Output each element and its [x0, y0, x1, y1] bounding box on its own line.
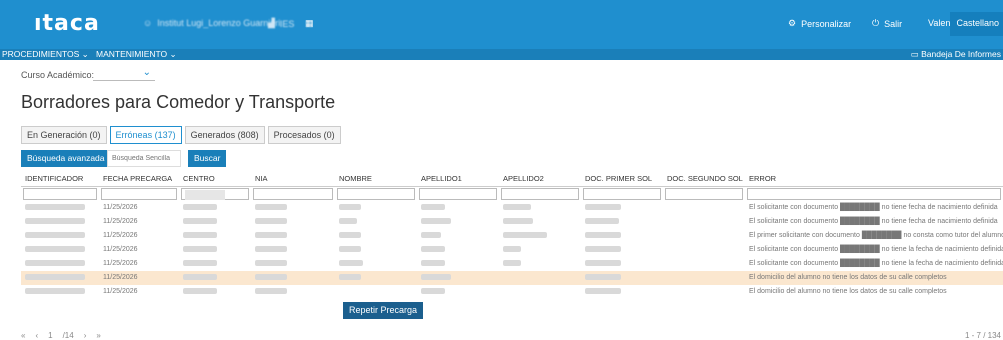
column-header[interactable]: IDENTIFICADOR: [21, 172, 99, 187]
page-number[interactable]: 1: [48, 331, 52, 340]
advanced-search-button[interactable]: Búsqueda avanzada: [21, 150, 111, 167]
curso-label: Curso Académico:: [21, 70, 95, 80]
filter-input[interactable]: [501, 187, 579, 200]
page-total: /14: [62, 331, 74, 340]
tray-icon: ▭: [910, 49, 922, 59]
filter-input[interactable]: [337, 187, 415, 200]
fecha-cell: 11/25/2026: [103, 260, 138, 267]
chevron-down-icon: ⌄: [142, 67, 151, 78]
filter-input[interactable]: [253, 187, 333, 200]
page-title: Borradores para Comedor y Transporte: [21, 92, 336, 112]
results-table: IDENTIFICADOR FECHA PRECARGA CENTRO NIA …: [21, 172, 1003, 299]
search-input[interactable]: [107, 150, 181, 167]
mantenimiento-label: MANTENIMIENTO: [96, 49, 168, 59]
record-count: 1 - 7 / 134: [964, 331, 1001, 340]
fecha-cell: 11/25/2026: [103, 232, 138, 239]
column-header[interactable]: NIA: [251, 172, 335, 187]
column-header[interactable]: FECHA PRECARGA: [99, 172, 179, 187]
nav-bar: PROCEDIMIENTOS ⌄ MANTENIMIENTO ⌄ ▭ Bande…: [0, 49, 1003, 60]
column-header[interactable]: DOC. SEGUNDO SOL: [663, 172, 745, 187]
itaca-logo: ıtaca: [34, 11, 100, 36]
table-header: IDENTIFICADOR FECHA PRECARGA CENTRO NIA …: [21, 172, 1003, 187]
column-header[interactable]: NOMBRE: [335, 172, 417, 187]
table-row[interactable]: 11/25/2026 El solicitante con documento …: [21, 243, 1003, 257]
column-header[interactable]: APELLIDO1: [417, 172, 499, 187]
tab-procesados[interactable]: Procesados (0): [267, 126, 341, 144]
filter-input[interactable]: [23, 187, 97, 200]
table-row[interactable]: 11/25/2026 El primer solicitante con doc…: [21, 229, 1003, 243]
filter-input[interactable]: [665, 187, 743, 200]
fecha-cell: 11/25/2026: [103, 204, 138, 211]
buscar-button[interactable]: Buscar: [188, 150, 227, 167]
tab-en-generacion[interactable]: En Generación (0): [21, 126, 107, 144]
table-row[interactable]: 11/25/2026 El domicilio del alumno no ti…: [21, 285, 1003, 299]
lang-castellano[interactable]: Castellano: [950, 12, 1003, 36]
table-row-selected[interactable]: 11/25/2026 El domicilio del alumno no ti…: [21, 270, 1003, 285]
chevron-down-icon: ⌄: [167, 49, 177, 59]
bandeja-informes[interactable]: ▭ Bandeja De Informes: [911, 49, 1001, 60]
personalizar-label: Personalizar: [801, 18, 852, 29]
last-page-icon[interactable]: »: [96, 331, 100, 340]
error-cell: El solicitante con documento ████████ no…: [749, 204, 998, 211]
chevron-down-icon: ⌄: [79, 49, 89, 59]
center-info[interactable]: ▟ IES: [268, 18, 294, 29]
top-bar: ıtaca ☺ Institut Lugi_Lorenzo Guarnieri …: [0, 0, 1003, 49]
procedimientos-label: PROCEDIMIENTOS: [2, 49, 80, 59]
table-row[interactable]: 11/25/2026 El solicitante con documento …: [21, 257, 1003, 271]
salir-label: Salir: [884, 18, 903, 29]
user-label: Institut Lugi_Lorenzo Guarnieri: [157, 18, 281, 28]
menu-procedimientos[interactable]: PROCEDIMIENTOS ⌄: [2, 49, 89, 60]
pagination: « ‹ 1 /14 › »: [21, 331, 101, 340]
table-row[interactable]: 11/25/2026 El solicitante con documento …: [21, 201, 1003, 215]
power-icon: ⏻: [872, 18, 880, 28]
first-page-icon[interactable]: «: [21, 331, 25, 340]
filter-input[interactable]: [747, 187, 1001, 200]
error-cell: El domicilio del alumno no tiene los dat…: [745, 270, 1003, 285]
next-page-icon[interactable]: ›: [84, 331, 87, 340]
filter-input[interactable]: [419, 187, 497, 200]
gear-icon: ⚙: [788, 18, 797, 28]
curso-select[interactable]: ⌄: [93, 66, 155, 81]
user-info[interactable]: ☺ Institut Lugi_Lorenzo Guarnieri: [143, 18, 280, 28]
filter-input[interactable]: [583, 187, 661, 200]
building-icon: ▟: [268, 18, 275, 28]
column-header[interactable]: APELLIDO2: [499, 172, 581, 187]
table-row[interactable]: 11/25/2026 El solicitante con documento …: [21, 215, 1003, 229]
bandeja-label: Bandeja De Informes: [921, 49, 1001, 59]
filter-input[interactable]: [101, 187, 177, 200]
column-header[interactable]: ERROR: [745, 172, 1003, 187]
fecha-cell: 11/25/2026: [103, 246, 138, 253]
tab-generados[interactable]: Generados (808): [184, 126, 265, 144]
prev-page-icon[interactable]: ‹: [35, 331, 38, 340]
filter-row: [21, 186, 1003, 201]
fecha-cell: 11/25/2026: [103, 218, 138, 225]
fecha-cell: 11/25/2026: [103, 288, 138, 295]
error-cell: El domicilio del alumno no tiene los dat…: [749, 288, 947, 295]
error-cell: El solicitante con documento ████████ no…: [749, 218, 998, 225]
column-header[interactable]: CENTRO: [179, 172, 251, 187]
center-label: IES: [279, 18, 295, 29]
filter-input[interactable]: [181, 187, 249, 200]
tab-erroneas[interactable]: Erróneas (137): [109, 126, 182, 144]
salir-button[interactable]: ⏻ Salir: [872, 18, 902, 29]
repetir-precarga-menu-item[interactable]: Repetir Precarga: [343, 302, 424, 319]
error-cell: El solicitante con documento ████████ no…: [749, 246, 1003, 253]
fecha-cell: 11/25/2026: [99, 270, 179, 285]
calendar-icon[interactable]: ▦: [305, 18, 314, 29]
column-header[interactable]: DOC. PRIMER SOL: [581, 172, 663, 187]
error-cell: El primer solicitante con documento ████…: [749, 232, 1003, 239]
error-cell: El solicitante con documento ████████ no…: [749, 260, 1003, 267]
tab-bar: En Generación (0) Erróneas (137) Generad…: [21, 126, 341, 144]
user-icon: ☺: [143, 18, 153, 28]
menu-mantenimiento[interactable]: MANTENIMIENTO ⌄: [96, 49, 177, 60]
personalizar-button[interactable]: ⚙ Personalizar: [788, 18, 851, 29]
